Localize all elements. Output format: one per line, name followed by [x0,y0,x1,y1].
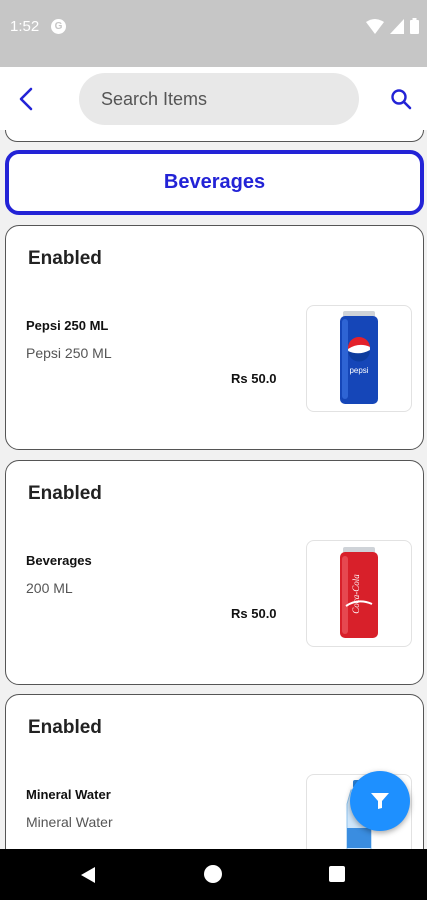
item-card[interactable]: Enabled Pepsi 250 ML Pepsi 250 ML Rs 50.… [5,225,424,450]
item-list[interactable]: Beverages Enabled Pepsi 250 ML Pepsi 250… [0,130,427,849]
pepsi-can-image: pepsi [340,310,378,404]
search-input[interactable] [79,73,359,125]
item-status: Enabled [28,717,102,738]
category-button[interactable]: Beverages [5,150,424,215]
item-status: Enabled [28,248,102,269]
coca-cola-can-image: Coca-Cola [340,546,378,638]
item-name: Mineral Water [26,787,111,802]
wifi-icon [366,18,384,34]
battery-icon [410,18,419,34]
item-name: Pepsi 250 ML [26,318,109,333]
filter-button[interactable] [350,771,410,831]
notification-app-icon: G [51,19,66,34]
app-bar [0,67,427,130]
back-arrow-icon [19,87,33,111]
svg-text:pepsi: pepsi [349,366,368,375]
svg-text:Coca-Cola: Coca-Cola [351,573,361,613]
item-name: Beverages [26,553,92,568]
item-image: pepsi [306,305,412,412]
status-icons [366,18,419,34]
status-time: 1:52 [10,18,40,35]
item-price: Rs 50.0 [231,606,277,621]
filter-icon [371,793,389,809]
item-description: Pepsi 250 ML [26,345,112,361]
previous-card-edge [5,130,424,142]
nav-home-icon[interactable] [204,865,222,883]
status-bar: 1:52 G [0,0,427,67]
nav-recents-icon[interactable] [329,866,345,882]
nav-back-icon[interactable] [80,866,96,884]
item-card[interactable]: Enabled Beverages 200 ML Rs 50.0 Coca-Co… [5,460,424,685]
search-button[interactable] [387,85,415,113]
item-status: Enabled [28,483,102,504]
back-button[interactable] [12,85,40,113]
category-label: Beverages [163,171,266,193]
item-price: Rs 50.0 [231,371,277,386]
search-icon [391,89,412,110]
system-nav-bar [0,849,427,900]
item-description: Mineral Water [26,814,113,830]
item-card[interactable]: Enabled Mineral Water Mineral Water [5,694,424,849]
item-description: 200 ML [26,580,73,596]
signal-icon [390,18,404,34]
item-image: Coca-Cola [306,540,412,647]
